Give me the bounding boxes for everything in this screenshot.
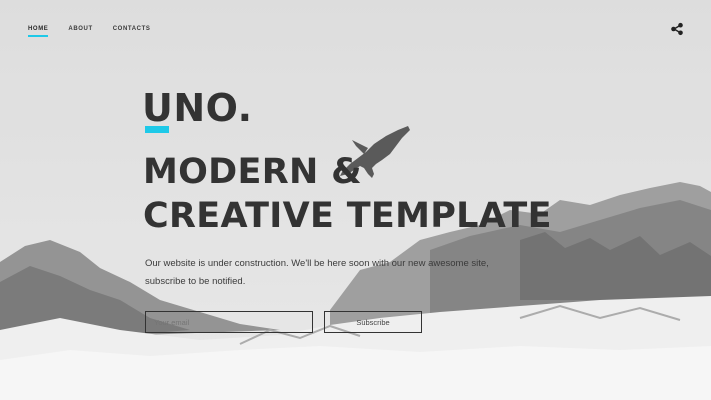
brand-accent-bar — [145, 126, 169, 133]
nav-item-about[interactable]: ABOUT — [68, 26, 92, 32]
top-navigation: HOME ABOUT CONTACTS — [28, 26, 170, 37]
brand-logo: UNO. — [142, 86, 253, 130]
message-line-1: Our website is under construction. We'll… — [145, 258, 489, 269]
share-icon[interactable] — [670, 22, 684, 36]
email-input[interactable] — [145, 311, 313, 333]
subscribe-button[interactable]: Subscribe — [324, 311, 422, 333]
nav-item-contacts[interactable]: CONTACTS — [113, 26, 151, 32]
headline-line-1: MODERN & — [143, 152, 362, 192]
construction-message: Our website is under construction. We'll… — [145, 255, 515, 291]
headline: MODERN & CREATIVE TEMPLATE — [143, 150, 552, 238]
message-line-2: subscribe to be notified. — [145, 276, 246, 287]
nav-item-home[interactable]: HOME — [28, 26, 49, 37]
headline-line-2: CREATIVE TEMPLATE — [143, 196, 552, 236]
